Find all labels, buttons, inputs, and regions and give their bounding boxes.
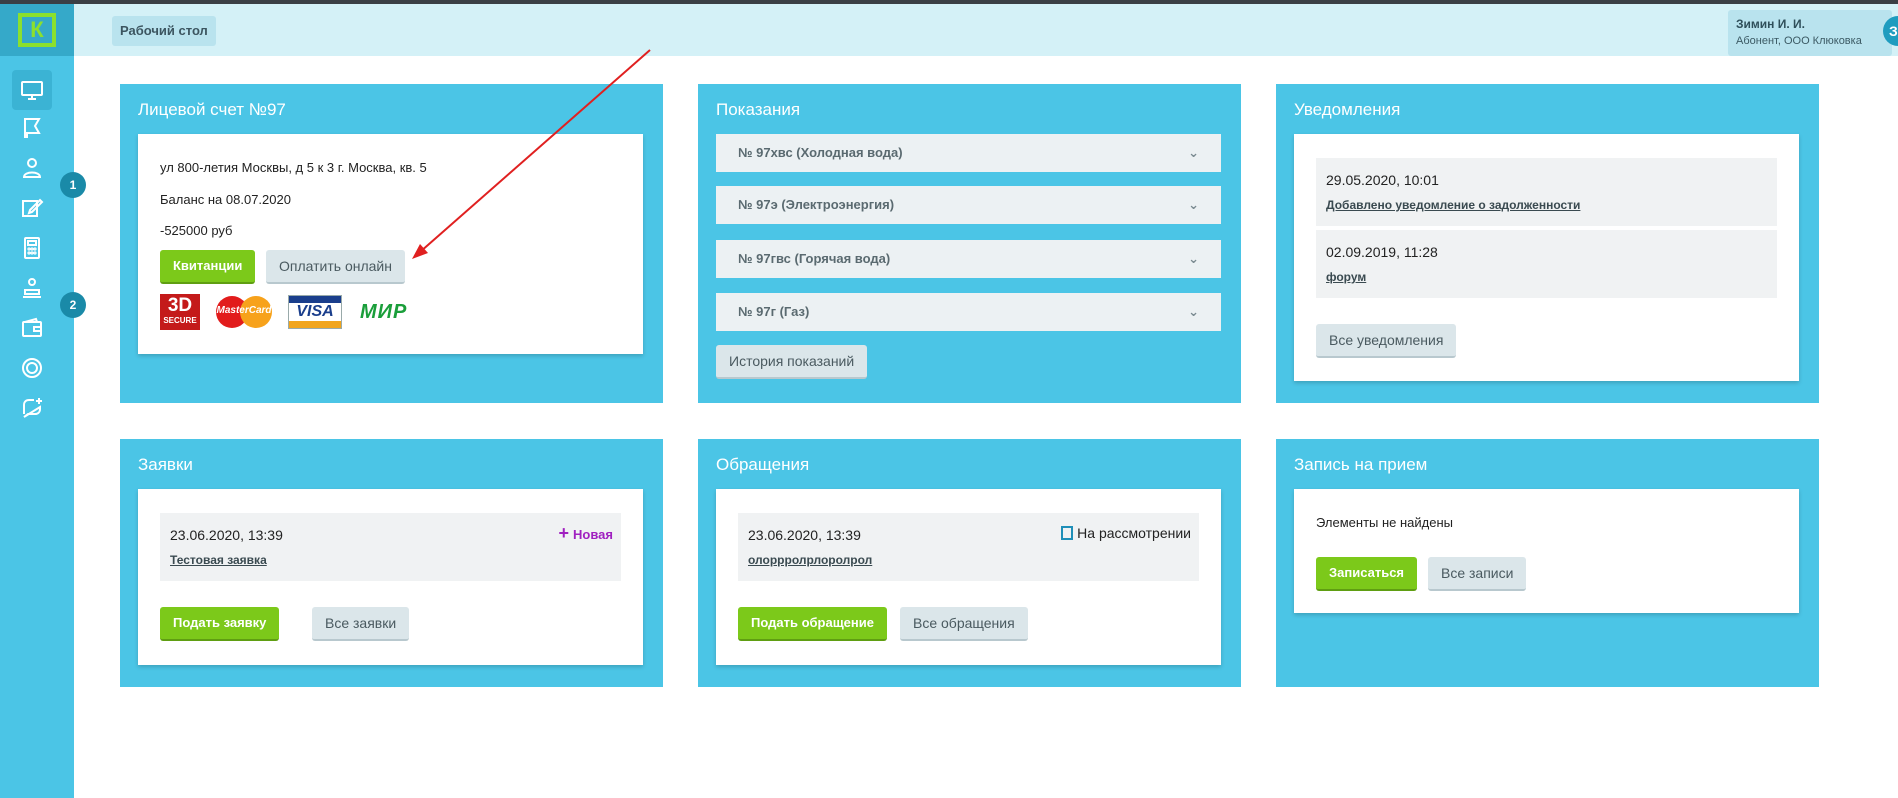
logo-mark: К: [18, 13, 56, 47]
requests-panel: Заявки 23.06.2020, 13:39 Тестовая заявка…: [120, 439, 663, 687]
request-date: 23.06.2020, 13:39: [170, 527, 283, 543]
user-role: Абонент, ООО Клюковка: [1736, 35, 1862, 47]
notification-date: 02.09.2019, 11:28: [1326, 244, 1438, 260]
chevron-down-icon: ⌄: [1188, 251, 1199, 266]
flag-icon: [24, 118, 41, 138]
edit-icon: [22, 198, 44, 217]
appeal-item[interactable]: 23.06.2020, 13:39 олоррролрлоролрол На р…: [738, 513, 1199, 581]
breadcrumb-desktop[interactable]: Рабочий стол: [112, 16, 216, 46]
sidebar-item-wallet[interactable]: [12, 308, 52, 348]
all-appointments-button[interactable]: Все записи: [1428, 557, 1527, 591]
all-notifications-button[interactable]: Все уведомления: [1316, 324, 1457, 358]
readings-panel: Показания № 97хвс (Холодная вода) ⌄ № 97…: [698, 84, 1241, 403]
logo[interactable]: К: [0, 4, 74, 56]
notifications-title: Уведомления: [1294, 100, 1401, 119]
request-item[interactable]: 23.06.2020, 13:39 Тестовая заявка + Новая: [160, 513, 621, 581]
account-panel: Лицевой счет №97 ул 800-летия Москвы, д …: [120, 84, 663, 403]
all-appeals-button[interactable]: Все обращения: [900, 607, 1028, 641]
appeal-date: 23.06.2020, 13:39: [748, 527, 861, 543]
sidebar-item-calculator[interactable]: [12, 228, 52, 268]
notification-item[interactable]: 02.09.2019, 11:28 форум: [1316, 230, 1777, 298]
request-status: + Новая: [558, 523, 613, 543]
reading-item-electricity[interactable]: № 97э (Электроэнергия) ⌄: [716, 186, 1221, 224]
plus-icon: +: [558, 523, 570, 543]
notifications-card: 29.05.2020, 10:01 Добавлено уведомление …: [1294, 134, 1799, 381]
notification-date: 29.05.2020, 10:01: [1326, 172, 1439, 188]
visa-logo: VISA: [288, 295, 342, 329]
notifications-panel: Уведомления 29.05.2020, 10:01 Добавлено …: [1276, 84, 1819, 403]
user-name: Зимин И. И.: [1736, 17, 1805, 31]
sidebar-item-coin[interactable]: [12, 348, 52, 388]
sidebar-badge-support: 2: [60, 292, 86, 318]
sidebar-badge-people: 1: [60, 172, 86, 198]
pay-online-button[interactable]: Оплатить онлайн: [266, 250, 405, 284]
all-requests-button[interactable]: Все заявки: [312, 607, 410, 641]
sidebar-item-support[interactable]: [12, 268, 52, 308]
account-title: Лицевой счет №97: [138, 100, 286, 119]
top-header: Рабочий стол Зимин И. И. Абонент, ООО Кл…: [74, 4, 1898, 56]
mir-logo: МИР: [360, 300, 408, 323]
appointments-title: Запись на прием: [1294, 455, 1428, 474]
appeal-status: На рассмотрении: [1061, 525, 1191, 541]
account-card: ул 800-летия Москвы, д 5 к 3 г. Москва, …: [138, 134, 643, 354]
sidebar-item-flag[interactable]: [12, 108, 52, 148]
balance-label: Баланс на 08.07.2020: [160, 192, 291, 207]
readings-title: Показания: [716, 100, 801, 119]
sidebar-item-chat[interactable]: [12, 388, 52, 428]
coin-icon: [22, 358, 42, 378]
chevron-down-icon: ⌄: [1188, 145, 1199, 160]
appeal-link[interactable]: олоррролрлоролрол: [748, 553, 872, 567]
document-icon: [1061, 526, 1074, 540]
sidebar-item-desktop[interactable]: [12, 70, 52, 110]
sidebar: К 1 2: [0, 4, 86, 798]
balance-value: -525000 руб: [160, 223, 233, 238]
sidebar-item-people[interactable]: [12, 148, 52, 188]
wallet-icon: [22, 317, 42, 337]
account-address: ул 800-летия Москвы, д 5 к 3 г. Москва, …: [160, 160, 427, 175]
reading-item-gas[interactable]: № 97г (Газ) ⌄: [716, 293, 1221, 331]
appointments-card: Элементы не найдены Записаться Все запис…: [1294, 489, 1799, 613]
submit-appeal-button[interactable]: Подать обращение: [738, 607, 887, 641]
chevron-down-icon: ⌄: [1188, 304, 1199, 319]
desktop-icon: [21, 81, 43, 100]
appeals-card: 23.06.2020, 13:39 олоррролрлоролрол На р…: [716, 489, 1221, 665]
reading-item-cold-water[interactable]: № 97хвс (Холодная вода) ⌄: [716, 134, 1221, 172]
requests-title: Заявки: [138, 455, 193, 474]
chevron-down-icon: ⌄: [1188, 197, 1199, 212]
sidebar-item-edit[interactable]: [12, 188, 52, 228]
appeals-panel: Обращения 23.06.2020, 13:39 олоррролрлор…: [698, 439, 1241, 687]
chat-plus-icon: [23, 398, 42, 418]
readings-history-button[interactable]: История показаний: [716, 345, 868, 379]
appeals-title: Обращения: [716, 455, 810, 474]
mastercard-logo: MasterCard: [214, 294, 276, 330]
notification-link[interactable]: форум: [1326, 270, 1366, 284]
support-icon: [23, 278, 41, 298]
calculator-icon: [24, 237, 40, 259]
request-link[interactable]: Тестовая заявка: [170, 553, 267, 567]
requests-card: 23.06.2020, 13:39 Тестовая заявка + Новая…: [138, 489, 643, 665]
people-icon: [22, 158, 42, 178]
book-appointment-button[interactable]: Записаться: [1316, 557, 1418, 591]
3d-secure-logo: 3D SECURE: [160, 294, 200, 330]
user-profile[interactable]: Зимин И. И. Абонент, ООО Клюковка: [1728, 10, 1892, 56]
notification-link[interactable]: Добавлено уведомление о задолженности: [1326, 198, 1580, 212]
payment-logos: 3D SECURE MasterCard VISA МИР: [160, 294, 420, 330]
appointments-empty: Элементы не найдены: [1316, 515, 1454, 530]
receipts-button[interactable]: Квитанции: [160, 250, 256, 284]
reading-item-hot-water[interactable]: № 97гвс (Горячая вода) ⌄: [716, 240, 1221, 278]
appointments-panel: Запись на прием Элементы не найдены Запи…: [1276, 439, 1819, 687]
notification-item[interactable]: 29.05.2020, 10:01 Добавлено уведомление …: [1316, 158, 1777, 226]
submit-request-button[interactable]: Подать заявку: [160, 607, 280, 641]
